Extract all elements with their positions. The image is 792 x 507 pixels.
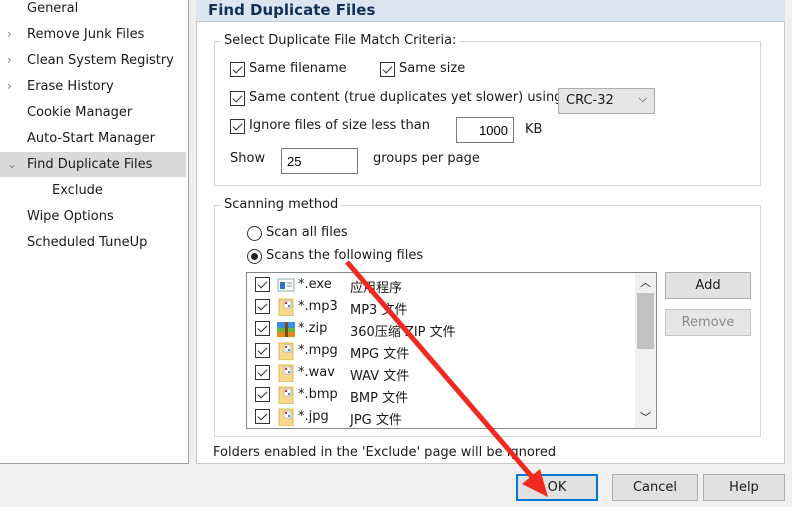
same-size-checkbox[interactable]: [380, 62, 395, 77]
size-unit-label: KB: [525, 122, 543, 137]
same-filename-label: Same filename: [249, 61, 347, 76]
same-content-checkbox[interactable]: [230, 91, 245, 106]
ignore-small-checkbox[interactable]: [230, 119, 245, 134]
file-extension: *.mp3: [298, 299, 338, 314]
add-button[interactable]: Add: [665, 272, 751, 299]
sidebar-item[interactable]: Exclude: [0, 178, 186, 203]
remove-button[interactable]: Remove: [665, 309, 751, 336]
file-icon: [278, 298, 294, 316]
same-content-label: Same content (true duplicates yet slower…: [249, 90, 563, 105]
file-extension: *.bmp: [298, 387, 338, 402]
file-type-row[interactable]: *.zip 360压缩 ZIP 文件: [247, 318, 633, 340]
file-type-description: 应用程序: [350, 281, 403, 296]
file-type-row[interactable]: *.wav WAV 文件: [247, 362, 633, 384]
page-title: Find Duplicate Files: [208, 1, 376, 19]
match-criteria-legend: Select Duplicate File Match Criteria:: [221, 33, 460, 48]
file-type-list[interactable]: ︿ ﹀ *.exe 应用程序 *.mp3 MP3 文件 *.zip 360压缩 ZIP 文…: [246, 272, 657, 429]
scan-all-label: Scan all files: [266, 225, 348, 240]
file-type-row[interactable]: *.exe 应用程序: [247, 274, 633, 296]
file-icon: [278, 386, 294, 404]
same-size-label: Same size: [399, 61, 466, 76]
file-type-checkbox[interactable]: [255, 387, 270, 402]
sidebar-item-label: Cookie Manager: [27, 105, 133, 120]
sidebar-item[interactable]: ⌄ Find Duplicate Files: [0, 152, 186, 177]
chevron-down-icon[interactable]: ⌄: [7, 152, 17, 177]
navigation-tree: General › Remove Junk Files › Clean System R…: [0, 0, 189, 464]
file-type-checkbox[interactable]: [255, 343, 270, 358]
min-size-input[interactable]: [456, 117, 514, 143]
file-type-checkbox[interactable]: [255, 321, 270, 336]
chevron-right-icon[interactable]: ›: [7, 74, 12, 99]
show-label: Show: [230, 151, 266, 166]
scroll-down-icon[interactable]: ﹀: [640, 409, 651, 425]
file-type-description: 360压缩 ZIP 文件: [350, 325, 456, 340]
file-extension: *.exe: [298, 277, 332, 292]
file-type-row[interactable]: *.bmp BMP 文件: [247, 384, 633, 406]
file-type-row[interactable]: *.mpg MPG 文件: [247, 340, 633, 362]
same-filename-checkbox[interactable]: [230, 62, 245, 77]
zip-archive-icon: [277, 322, 295, 337]
file-type-checkbox[interactable]: [255, 409, 270, 424]
scroll-up-icon[interactable]: ︿: [640, 274, 651, 290]
sidebar-item[interactable]: › Clean System Registry: [0, 48, 186, 73]
ok-button[interactable]: OK: [516, 474, 598, 501]
panel-header: Find Duplicate Files: [196, 0, 785, 22]
list-scrollbar[interactable]: ︿ ﹀: [635, 273, 656, 428]
scanning-method-legend: Scanning method: [221, 197, 342, 212]
scan-following-radio[interactable]: [247, 249, 262, 264]
sidebar-item-label: Remove Junk Files: [27, 27, 145, 42]
file-type-row[interactable]: *.jpg JPG 文件: [247, 406, 633, 428]
file-extension: *.jpg: [298, 409, 329, 424]
groups-per-page-label: groups per page: [373, 151, 480, 166]
sidebar-item-label: Scheduled TuneUp: [27, 235, 148, 250]
sidebar-item-label: Exclude: [52, 183, 103, 198]
file-type-description: MP3 文件: [350, 303, 408, 318]
file-type-description: WAV 文件: [350, 369, 410, 384]
file-type-description: BMP 文件: [350, 391, 409, 406]
chevron-down-icon: ⌵: [638, 92, 647, 105]
sidebar-item[interactable]: › Erase History: [0, 74, 186, 99]
file-icon: [278, 408, 294, 426]
hash-algorithm-value: CRC-32: [566, 93, 614, 108]
file-icon: [278, 364, 294, 382]
sidebar-item[interactable]: Wipe Options: [0, 204, 186, 229]
file-icon: [278, 342, 294, 360]
file-type-row[interactable]: *.mp3 MP3 文件: [247, 296, 633, 318]
sidebar-item-label: Wipe Options: [27, 209, 114, 224]
sidebar-item-label: Find Duplicate Files: [27, 157, 153, 172]
file-type-checkbox[interactable]: [255, 277, 270, 292]
groups-per-page-input[interactable]: [281, 148, 358, 174]
sidebar-item[interactable]: Scheduled TuneUp: [0, 230, 186, 255]
cancel-button[interactable]: Cancel: [612, 474, 698, 501]
scan-following-label: Scans the following files: [266, 248, 424, 263]
chevron-right-icon[interactable]: ›: [7, 22, 12, 47]
sidebar-item[interactable]: General: [0, 0, 186, 21]
sidebar-item-label: Erase History: [27, 79, 114, 94]
help-button[interactable]: Help: [703, 474, 785, 501]
file-extension: *.mpg: [298, 343, 338, 358]
application-icon: [277, 278, 295, 292]
file-type-checkbox[interactable]: [255, 299, 270, 314]
sidebar-item[interactable]: › Remove Junk Files: [0, 22, 186, 47]
scan-all-radio[interactable]: [247, 226, 262, 241]
sidebar-item[interactable]: Cookie Manager: [0, 100, 186, 125]
ignore-small-label: Ignore files of size less than: [249, 118, 431, 133]
chevron-right-icon[interactable]: ›: [7, 48, 12, 73]
file-type-description: MPG 文件: [350, 347, 410, 362]
sidebar-item-label: Auto-Start Manager: [27, 131, 155, 146]
scrollbar-thumb[interactable]: [637, 293, 654, 349]
sidebar-item[interactable]: Auto-Start Manager: [0, 126, 186, 151]
sidebar-item-label: Clean System Registry: [27, 53, 174, 68]
exclude-note: Folders enabled in the 'Exclude' page wi…: [213, 445, 557, 460]
sidebar-item-label: General: [27, 1, 79, 16]
file-type-description: JPG 文件: [350, 413, 402, 428]
hash-algorithm-select[interactable]: CRC-32 ⌵: [558, 88, 655, 114]
file-type-checkbox[interactable]: [255, 365, 270, 380]
file-extension: *.zip: [298, 321, 328, 336]
file-extension: *.wav: [298, 365, 335, 380]
